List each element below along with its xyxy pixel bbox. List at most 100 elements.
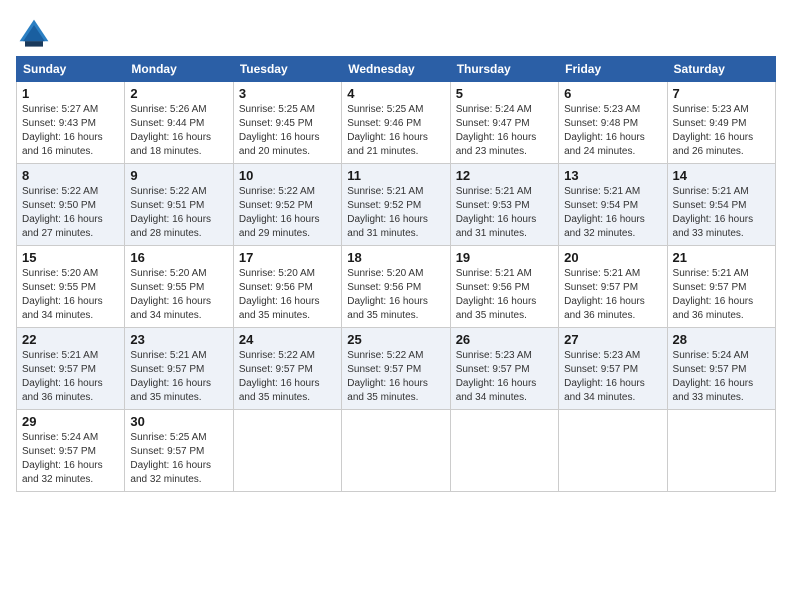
day-number: 14: [673, 168, 770, 183]
calendar-empty-cell: [667, 410, 775, 492]
calendar-day-cell: 18 Sunrise: 5:20 AM Sunset: 9:56 PM Dayl…: [342, 246, 450, 328]
calendar-day-cell: 22 Sunrise: 5:21 AM Sunset: 9:57 PM Dayl…: [17, 328, 125, 410]
day-number: 5: [456, 86, 553, 101]
calendar-empty-cell: [450, 410, 558, 492]
day-info: Sunrise: 5:21 AM Sunset: 9:57 PM Dayligh…: [130, 349, 227, 405]
day-info: Sunrise: 5:24 AM Sunset: 9:57 PM Dayligh…: [22, 431, 119, 487]
calendar-day-cell: 12 Sunrise: 5:21 AM Sunset: 9:53 PM Dayl…: [450, 164, 558, 246]
day-info: Sunrise: 5:21 AM Sunset: 9:54 PM Dayligh…: [564, 185, 661, 241]
day-number: 24: [239, 332, 336, 347]
day-number: 23: [130, 332, 227, 347]
day-info: Sunrise: 5:22 AM Sunset: 9:52 PM Dayligh…: [239, 185, 336, 241]
day-info: Sunrise: 5:20 AM Sunset: 9:55 PM Dayligh…: [130, 267, 227, 323]
calendar-day-cell: 30 Sunrise: 5:25 AM Sunset: 9:57 PM Dayl…: [125, 410, 233, 492]
calendar-day-cell: 28 Sunrise: 5:24 AM Sunset: 9:57 PM Dayl…: [667, 328, 775, 410]
day-number: 30: [130, 414, 227, 429]
calendar-empty-cell: [233, 410, 341, 492]
day-number: 1: [22, 86, 119, 101]
day-number: 10: [239, 168, 336, 183]
calendar-day-cell: 20 Sunrise: 5:21 AM Sunset: 9:57 PM Dayl…: [559, 246, 667, 328]
day-number: 3: [239, 86, 336, 101]
day-info: Sunrise: 5:25 AM Sunset: 9:57 PM Dayligh…: [130, 431, 227, 487]
calendar-day-cell: 25 Sunrise: 5:22 AM Sunset: 9:57 PM Dayl…: [342, 328, 450, 410]
day-info: Sunrise: 5:20 AM Sunset: 9:56 PM Dayligh…: [347, 267, 444, 323]
day-info: Sunrise: 5:22 AM Sunset: 9:57 PM Dayligh…: [239, 349, 336, 405]
calendar-day-cell: 17 Sunrise: 5:20 AM Sunset: 9:56 PM Dayl…: [233, 246, 341, 328]
calendar-day-cell: 8 Sunrise: 5:22 AM Sunset: 9:50 PM Dayli…: [17, 164, 125, 246]
logo-icon: [16, 16, 52, 52]
weekday-header-thursday: Thursday: [450, 57, 558, 82]
day-info: Sunrise: 5:21 AM Sunset: 9:57 PM Dayligh…: [673, 267, 770, 323]
calendar-week-row: 29 Sunrise: 5:24 AM Sunset: 9:57 PM Dayl…: [17, 410, 776, 492]
calendar-day-cell: 4 Sunrise: 5:25 AM Sunset: 9:46 PM Dayli…: [342, 82, 450, 164]
day-info: Sunrise: 5:23 AM Sunset: 9:49 PM Dayligh…: [673, 103, 770, 159]
calendar-day-cell: 29 Sunrise: 5:24 AM Sunset: 9:57 PM Dayl…: [17, 410, 125, 492]
day-info: Sunrise: 5:21 AM Sunset: 9:52 PM Dayligh…: [347, 185, 444, 241]
calendar-week-row: 15 Sunrise: 5:20 AM Sunset: 9:55 PM Dayl…: [17, 246, 776, 328]
day-info: Sunrise: 5:22 AM Sunset: 9:51 PM Dayligh…: [130, 185, 227, 241]
day-info: Sunrise: 5:26 AM Sunset: 9:44 PM Dayligh…: [130, 103, 227, 159]
weekday-header-tuesday: Tuesday: [233, 57, 341, 82]
day-number: 4: [347, 86, 444, 101]
day-info: Sunrise: 5:22 AM Sunset: 9:50 PM Dayligh…: [22, 185, 119, 241]
day-number: 6: [564, 86, 661, 101]
day-number: 15: [22, 250, 119, 265]
calendar-day-cell: 1 Sunrise: 5:27 AM Sunset: 9:43 PM Dayli…: [17, 82, 125, 164]
day-info: Sunrise: 5:20 AM Sunset: 9:55 PM Dayligh…: [22, 267, 119, 323]
weekday-header-sunday: Sunday: [17, 57, 125, 82]
weekday-header-wednesday: Wednesday: [342, 57, 450, 82]
day-number: 27: [564, 332, 661, 347]
day-number: 18: [347, 250, 444, 265]
day-info: Sunrise: 5:21 AM Sunset: 9:53 PM Dayligh…: [456, 185, 553, 241]
calendar-day-cell: 10 Sunrise: 5:22 AM Sunset: 9:52 PM Dayl…: [233, 164, 341, 246]
weekday-header-monday: Monday: [125, 57, 233, 82]
day-info: Sunrise: 5:23 AM Sunset: 9:48 PM Dayligh…: [564, 103, 661, 159]
day-info: Sunrise: 5:21 AM Sunset: 9:56 PM Dayligh…: [456, 267, 553, 323]
calendar-day-cell: 2 Sunrise: 5:26 AM Sunset: 9:44 PM Dayli…: [125, 82, 233, 164]
weekday-header-saturday: Saturday: [667, 57, 775, 82]
calendar-day-cell: 19 Sunrise: 5:21 AM Sunset: 9:56 PM Dayl…: [450, 246, 558, 328]
day-number: 19: [456, 250, 553, 265]
day-info: Sunrise: 5:25 AM Sunset: 9:45 PM Dayligh…: [239, 103, 336, 159]
day-info: Sunrise: 5:22 AM Sunset: 9:57 PM Dayligh…: [347, 349, 444, 405]
calendar-day-cell: 21 Sunrise: 5:21 AM Sunset: 9:57 PM Dayl…: [667, 246, 775, 328]
calendar-header-row: SundayMondayTuesdayWednesdayThursdayFrid…: [17, 57, 776, 82]
calendar-day-cell: 7 Sunrise: 5:23 AM Sunset: 9:49 PM Dayli…: [667, 82, 775, 164]
calendar-week-row: 1 Sunrise: 5:27 AM Sunset: 9:43 PM Dayli…: [17, 82, 776, 164]
day-number: 11: [347, 168, 444, 183]
day-number: 16: [130, 250, 227, 265]
calendar-day-cell: 11 Sunrise: 5:21 AM Sunset: 9:52 PM Dayl…: [342, 164, 450, 246]
day-number: 25: [347, 332, 444, 347]
day-number: 17: [239, 250, 336, 265]
logo: [16, 16, 56, 52]
calendar-day-cell: 6 Sunrise: 5:23 AM Sunset: 9:48 PM Dayli…: [559, 82, 667, 164]
calendar-week-row: 22 Sunrise: 5:21 AM Sunset: 9:57 PM Dayl…: [17, 328, 776, 410]
day-info: Sunrise: 5:21 AM Sunset: 9:57 PM Dayligh…: [22, 349, 119, 405]
calendar-day-cell: 13 Sunrise: 5:21 AM Sunset: 9:54 PM Dayl…: [559, 164, 667, 246]
day-info: Sunrise: 5:20 AM Sunset: 9:56 PM Dayligh…: [239, 267, 336, 323]
day-number: 22: [22, 332, 119, 347]
day-number: 21: [673, 250, 770, 265]
calendar-table: SundayMondayTuesdayWednesdayThursdayFrid…: [16, 56, 776, 492]
calendar-day-cell: 14 Sunrise: 5:21 AM Sunset: 9:54 PM Dayl…: [667, 164, 775, 246]
day-info: Sunrise: 5:25 AM Sunset: 9:46 PM Dayligh…: [347, 103, 444, 159]
day-number: 20: [564, 250, 661, 265]
day-number: 29: [22, 414, 119, 429]
day-number: 26: [456, 332, 553, 347]
calendar-empty-cell: [559, 410, 667, 492]
calendar-day-cell: 23 Sunrise: 5:21 AM Sunset: 9:57 PM Dayl…: [125, 328, 233, 410]
day-number: 13: [564, 168, 661, 183]
day-info: Sunrise: 5:24 AM Sunset: 9:57 PM Dayligh…: [673, 349, 770, 405]
calendar-day-cell: 27 Sunrise: 5:23 AM Sunset: 9:57 PM Dayl…: [559, 328, 667, 410]
page-header: [16, 16, 776, 52]
calendar-day-cell: 24 Sunrise: 5:22 AM Sunset: 9:57 PM Dayl…: [233, 328, 341, 410]
calendar-day-cell: 9 Sunrise: 5:22 AM Sunset: 9:51 PM Dayli…: [125, 164, 233, 246]
calendar-week-row: 8 Sunrise: 5:22 AM Sunset: 9:50 PM Dayli…: [17, 164, 776, 246]
day-info: Sunrise: 5:21 AM Sunset: 9:54 PM Dayligh…: [673, 185, 770, 241]
day-number: 9: [130, 168, 227, 183]
calendar-day-cell: 16 Sunrise: 5:20 AM Sunset: 9:55 PM Dayl…: [125, 246, 233, 328]
day-number: 28: [673, 332, 770, 347]
weekday-header-friday: Friday: [559, 57, 667, 82]
day-number: 12: [456, 168, 553, 183]
day-info: Sunrise: 5:27 AM Sunset: 9:43 PM Dayligh…: [22, 103, 119, 159]
